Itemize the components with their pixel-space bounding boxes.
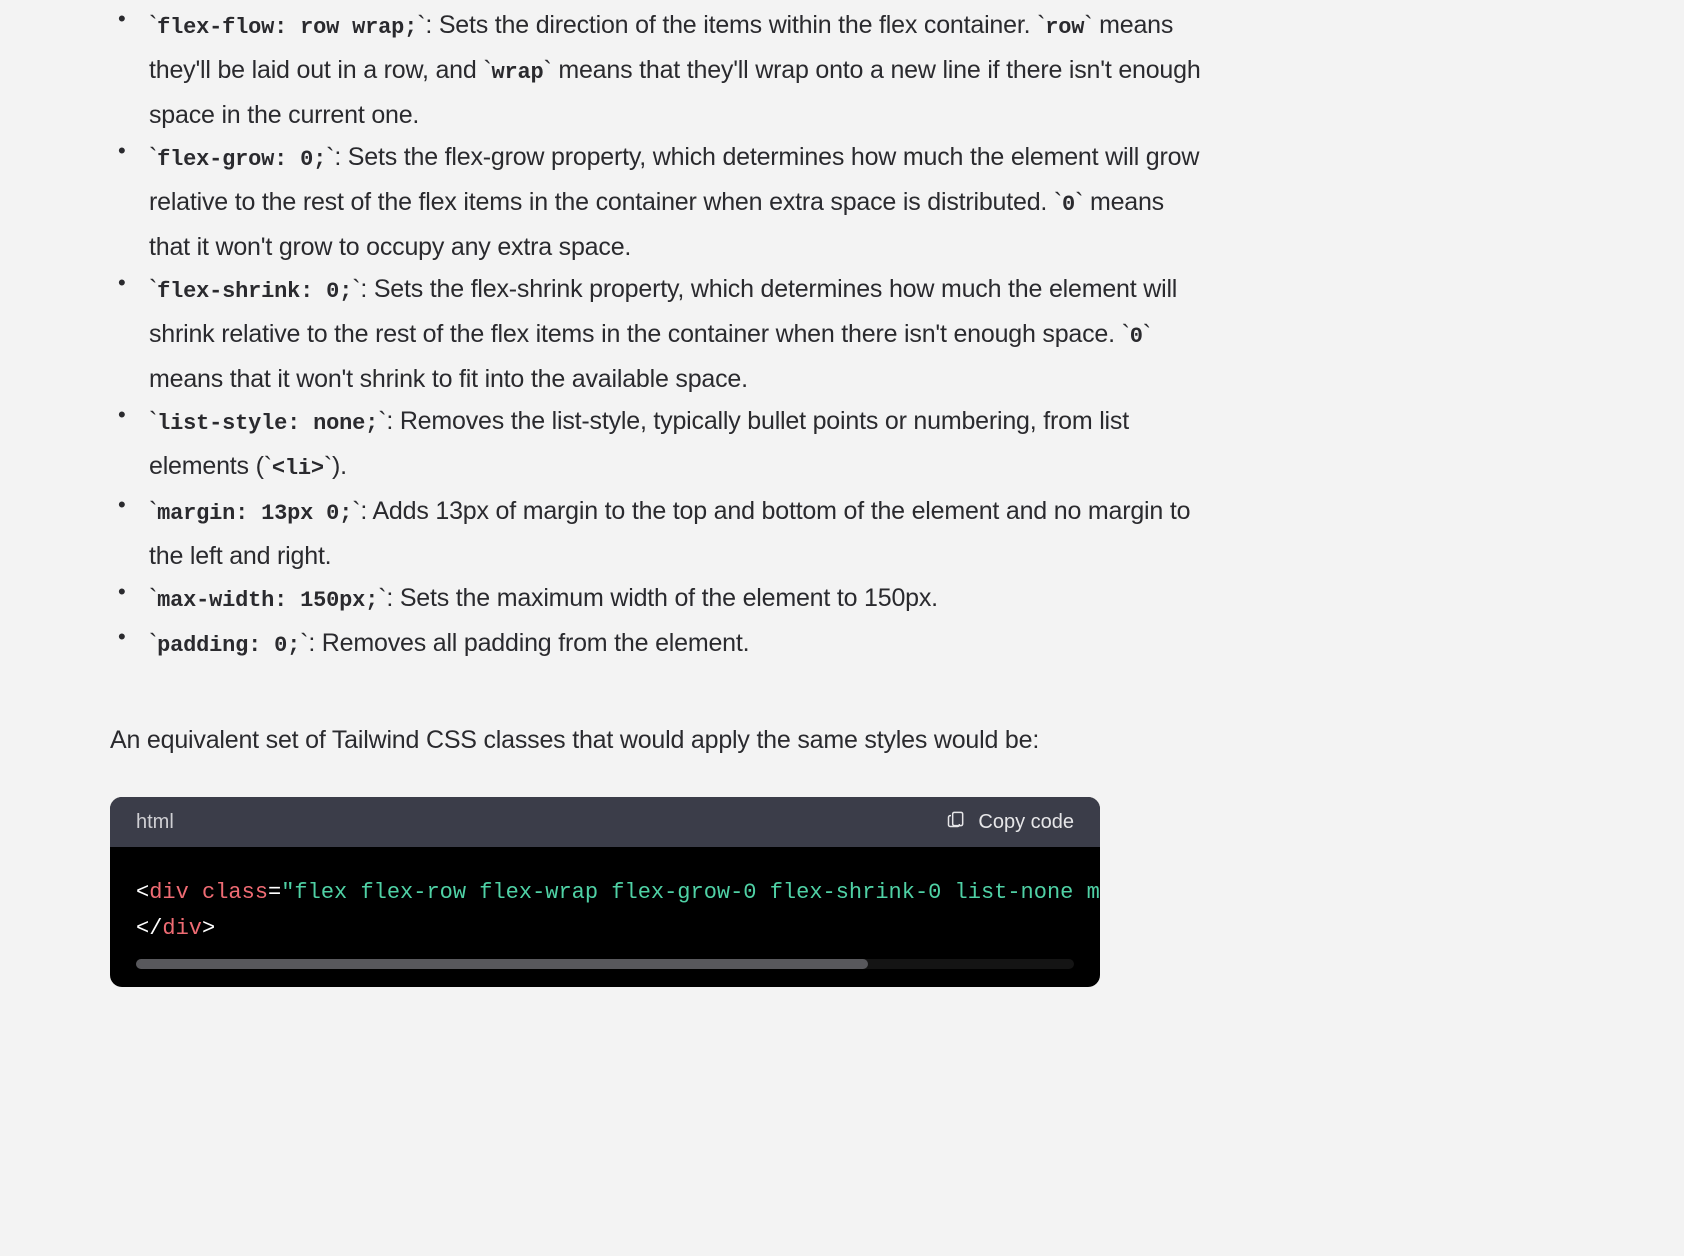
text: : Removes all padding from the element. — [308, 629, 749, 657]
list-item: `flex-flow: row wrap;`: Sets the directi… — [140, 4, 1210, 136]
scrollbar-thumb[interactable] — [136, 959, 868, 969]
code-block-header: html Copy code — [110, 797, 1100, 847]
code-token: class — [202, 880, 268, 905]
code-token: div — [162, 916, 202, 941]
code-inline: max-width: 150px; — [157, 588, 378, 613]
code-block-body[interactable]: <div class="flex flex-row flex-wrap flex… — [110, 847, 1100, 987]
copy-code-label: Copy code — [978, 811, 1074, 834]
code-token: > — [202, 916, 215, 941]
code-inline: wrap — [491, 60, 543, 85]
code-language-label: html — [136, 811, 174, 834]
code-inline: row — [1045, 15, 1084, 40]
code-inline: 0 — [1062, 192, 1075, 217]
code-inline: padding: 0; — [157, 633, 300, 658]
horizontal-scrollbar[interactable] — [136, 959, 1074, 969]
text: ). — [332, 452, 347, 480]
code-inline: flex-shrink: 0; — [157, 279, 352, 304]
list-item: `margin: 13px 0;`: Adds 13px of margin t… — [140, 490, 1210, 577]
code-token: = — [268, 880, 281, 905]
list-item: `flex-shrink: 0;`: Sets the flex-shrink … — [140, 268, 1210, 400]
article-content: `flex-flow: row wrap;`: Sets the directi… — [110, 0, 1210, 987]
text: means that it won't shrink to fit into t… — [149, 365, 748, 393]
code-inline: flex-grow: 0; — [157, 147, 326, 172]
code-token — [189, 880, 202, 905]
copy-code-button[interactable]: Copy code — [946, 809, 1074, 835]
code-inline: <li> — [272, 456, 324, 481]
code-inline: 0 — [1130, 324, 1143, 349]
text: : Sets the maximum width of the element … — [386, 584, 938, 612]
list-item: `list-style: none;`: Removes the list-st… — [140, 400, 1210, 490]
list-item: `flex-grow: 0;`: Sets the flex-grow prop… — [140, 136, 1210, 268]
code-inline: margin: 13px 0; — [157, 501, 352, 526]
property-list: `flex-flow: row wrap;`: Sets the directi… — [110, 4, 1210, 667]
code-inline: list-style: none; — [157, 411, 378, 436]
clipboard-icon — [946, 809, 966, 835]
paragraph: An equivalent set of Tailwind CSS classe… — [110, 719, 1210, 761]
list-item: `padding: 0;`: Removes all padding from … — [140, 622, 1210, 667]
list-item: `max-width: 150px;`: Sets the maximum wi… — [140, 577, 1210, 622]
text: : Sets the direction of the items within… — [425, 11, 1037, 39]
code-block: html Copy code <div class="flex flex-row… — [110, 797, 1100, 987]
code-token: </ — [136, 916, 162, 941]
code-token: < — [136, 880, 149, 905]
code-token: div — [149, 880, 189, 905]
code-token: "flex flex-row flex-wrap flex-grow-0 fle… — [281, 880, 1100, 905]
code-inline: flex-flow: row wrap; — [157, 15, 417, 40]
